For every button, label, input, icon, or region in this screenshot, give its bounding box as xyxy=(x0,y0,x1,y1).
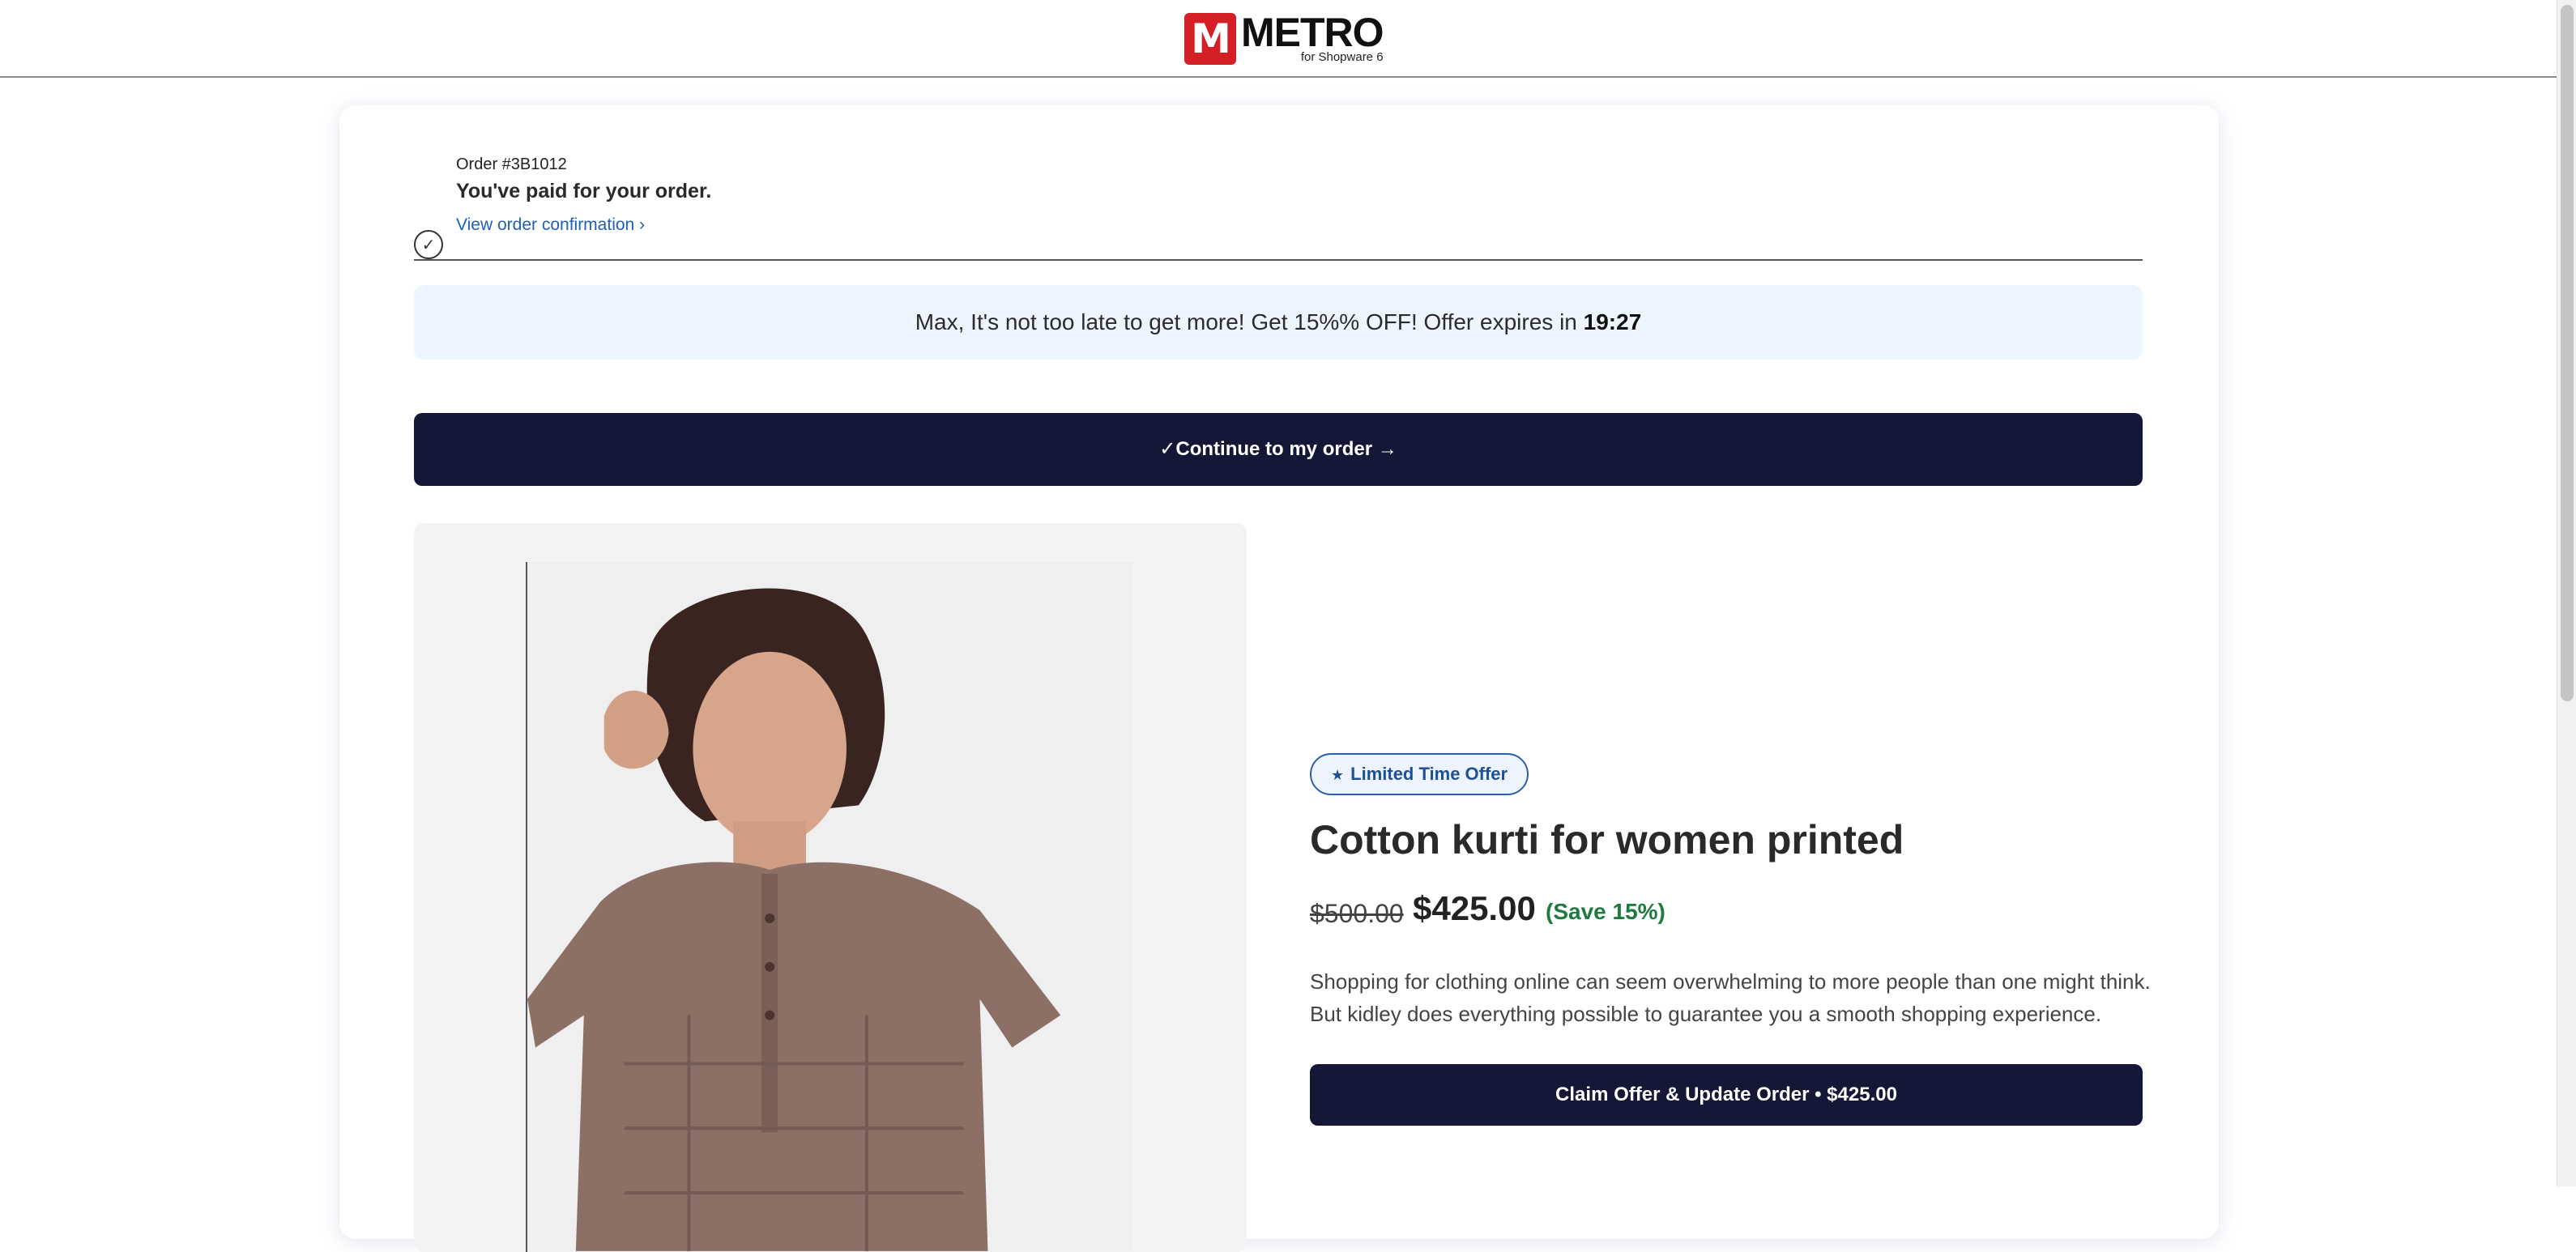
site-header: M METRO for Shopware 6 xyxy=(0,0,2557,78)
product-photo xyxy=(526,562,1133,1252)
logo-wordmark: METRO xyxy=(1241,10,1384,55)
original-price: $500.00 xyxy=(1310,899,1404,928)
offer-timer: 19:27 xyxy=(1583,309,1642,334)
star-icon: ★ xyxy=(1331,767,1345,784)
product-title: Cotton kurti for women printed xyxy=(1310,817,1904,862)
continue-to-order-button[interactable]: ✓Continue to my order → xyxy=(414,413,2143,486)
offer-countdown-banner: Max, It's not too late to get more! Get … xyxy=(414,285,2143,360)
claim-offer-button[interactable]: Claim Offer & Update Order • $425.00 xyxy=(1310,1064,2143,1126)
order-status-header: ✓ Order #3B1012 You've paid for your ord… xyxy=(414,155,2143,261)
logo-text: METRO for Shopware 6 xyxy=(1241,10,1384,64)
scrollbar-thumb[interactable] xyxy=(2561,5,2574,701)
metro-logo[interactable]: M METRO for Shopware 6 xyxy=(1184,10,1384,65)
view-order-confirmation-link[interactable]: View order confirmation › xyxy=(456,215,645,235)
badge-label: Limited Time Offer xyxy=(1350,764,1508,784)
page-scrollbar[interactable] xyxy=(2557,0,2576,1186)
savings-label: (Save 15%) xyxy=(1546,899,1665,924)
offer-price: $425.00 xyxy=(1413,889,1536,927)
limited-offer-badge: ★ Limited Time Offer xyxy=(1310,753,1529,795)
logo-subtitle: for Shopware 6 xyxy=(1300,50,1384,64)
order-number: Order #3B1012 xyxy=(456,155,567,173)
product-image-panel xyxy=(414,523,1247,1252)
payment-status-text: You've paid for your order. xyxy=(456,180,712,202)
logo-mark-icon: M xyxy=(1184,13,1236,65)
upsell-card: ✓ Order #3B1012 You've paid for your ord… xyxy=(339,105,2219,1252)
offer-message: Max, It's not too late to get more! Get … xyxy=(915,309,1577,334)
check-circle-icon: ✓ xyxy=(414,230,443,259)
product-description: Shopping for clothing online can seem ov… xyxy=(1310,969,2151,1026)
